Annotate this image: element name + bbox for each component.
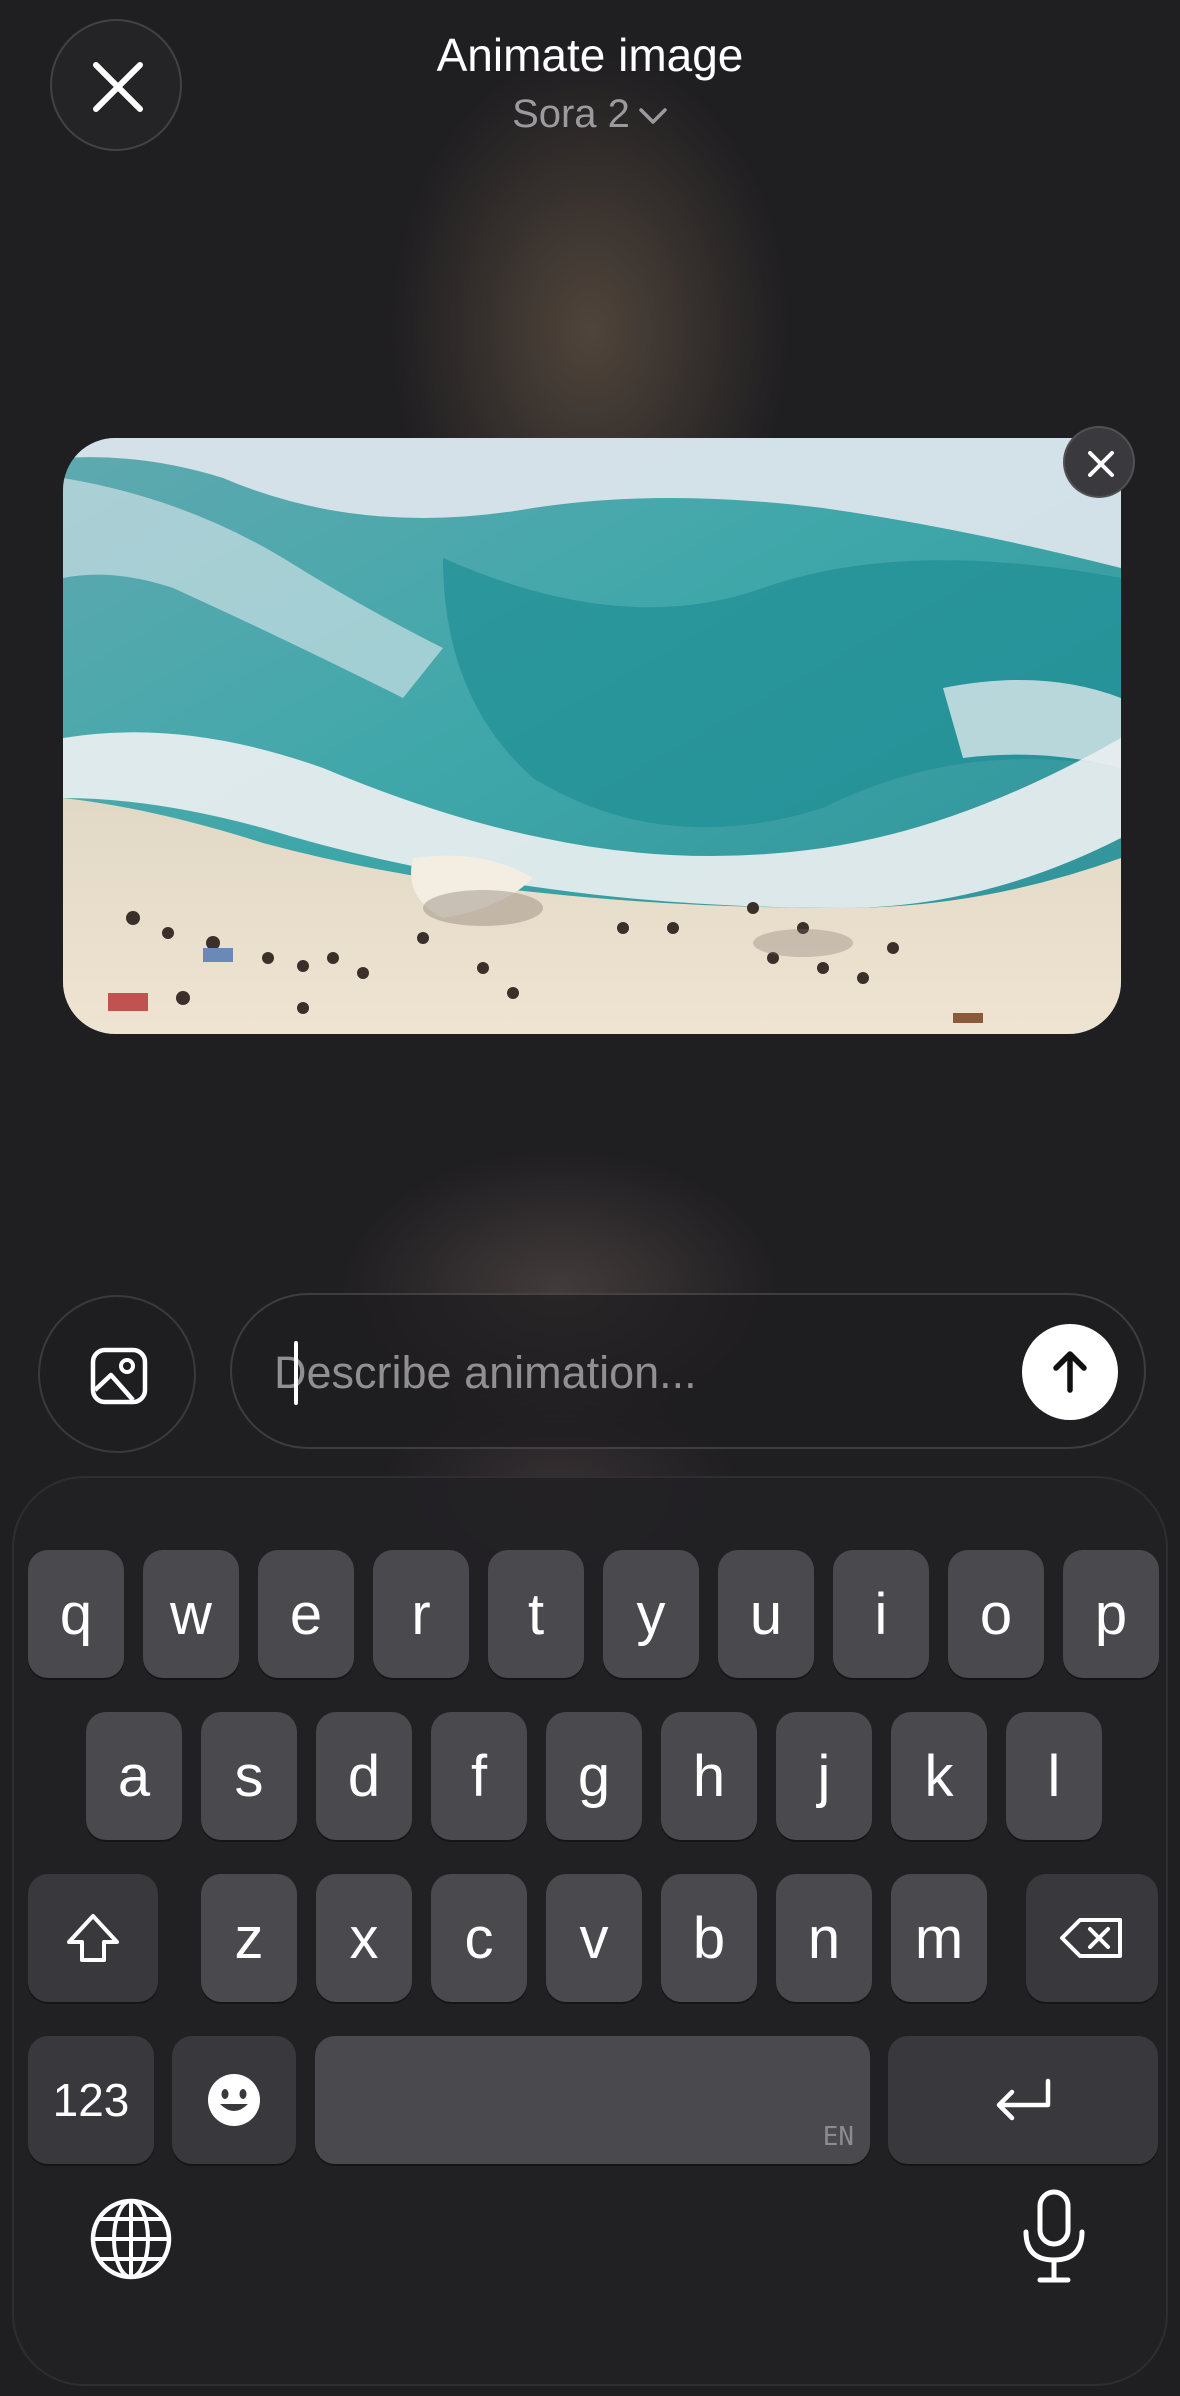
model-name: Sora 2 [512,92,630,136]
prompt-field [230,1293,1146,1449]
key-w[interactable]: w [143,1550,239,1678]
close-icon [1088,451,1114,477]
backspace-icon [1060,1918,1122,1958]
close-button[interactable] [50,19,182,151]
key-l[interactable]: l [1006,1712,1102,1840]
beach-aerial-image [63,438,1121,1034]
key-o[interactable]: o [948,1550,1044,1678]
numbers-key[interactable]: 123 [28,2036,154,2164]
delete-key[interactable] [1026,1874,1158,2002]
key-r[interactable]: r [373,1550,469,1678]
key-n[interactable]: n [776,1874,872,2002]
key-x[interactable]: x [316,1874,412,2002]
key-f[interactable]: f [431,1712,527,1840]
image-preview [63,438,1121,1034]
key-u[interactable]: u [718,1550,814,1678]
model-selector[interactable]: Sora 2 [440,92,740,137]
key-t[interactable]: t [488,1550,584,1678]
language-indicator: EN [822,2122,854,2152]
return-key[interactable] [888,2036,1158,2164]
key-z[interactable]: z [201,1874,297,2002]
emoji-key[interactable] [172,2036,296,2164]
key-s[interactable]: s [201,1712,297,1840]
send-button[interactable] [1022,1324,1118,1420]
key-q[interactable]: q [28,1550,124,1678]
globe-key[interactable] [88,2196,174,2282]
shift-key[interactable] [28,1874,158,2002]
key-p[interactable]: p [1063,1550,1159,1678]
key-d[interactable]: d [316,1712,412,1840]
microphone-icon [1023,2189,1085,2283]
key-a[interactable]: a [86,1712,182,1840]
gallery-button[interactable] [38,1295,196,1453]
remove-image-button[interactable] [1063,426,1135,498]
prompt-input[interactable] [272,1335,966,1411]
globe-icon [90,2198,172,2280]
key-i[interactable]: i [833,1550,929,1678]
key-v[interactable]: v [546,1874,642,2002]
key-h[interactable]: h [661,1712,757,1840]
chevron-down-icon [639,108,667,125]
key-k[interactable]: k [891,1712,987,1840]
key-b[interactable]: b [661,1874,757,2002]
key-y[interactable]: y [603,1550,699,1678]
text-caret [294,1341,298,1405]
close-icon [93,62,143,112]
dictation-key[interactable] [1018,2186,1090,2286]
return-icon [996,2078,1051,2121]
space-key[interactable]: EN [315,2036,870,2164]
key-g[interactable]: g [546,1712,642,1840]
key-m[interactable]: m [891,1874,987,2002]
key-j[interactable]: j [776,1712,872,1840]
key-e[interactable]: e [258,1550,354,1678]
key-c[interactable]: c [431,1874,527,2002]
arrow-up-icon [1053,1351,1087,1393]
shift-icon [67,1914,119,1962]
page-title: Animate image [436,29,744,81]
emoji-icon [208,2074,260,2126]
image-gallery-icon [90,1347,148,1405]
